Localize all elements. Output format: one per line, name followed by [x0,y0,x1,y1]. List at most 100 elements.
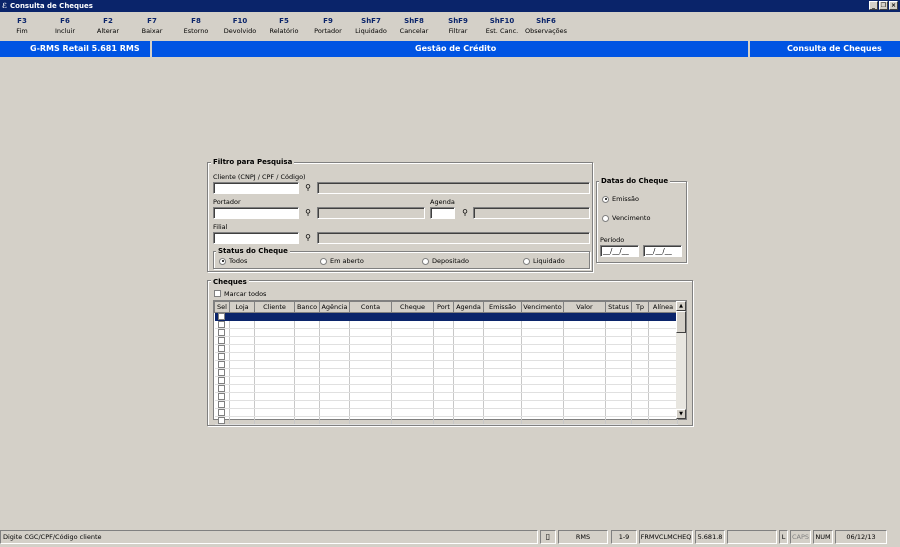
scroll-thumb[interactable] [676,311,686,333]
row-checkbox[interactable] [217,353,225,360]
scroll-up-icon[interactable]: ▲ [676,301,686,311]
toolbar-button-shf7[interactable]: ShF7 Liquidado [349,16,393,36]
column-header[interactable]: Agência [319,301,350,313]
select-cell[interactable] [214,328,230,337]
select-cell[interactable] [214,376,230,385]
table-row[interactable] [214,352,678,361]
toolbar-button-f7[interactable]: F7 Baixar [130,16,174,36]
row-checkbox[interactable] [217,393,225,400]
table-cell [433,368,454,377]
restore-icon[interactable]: ❐ [879,1,888,10]
vertical-scrollbar[interactable]: ▲ ▼ [676,301,686,419]
table-row[interactable] [214,384,678,393]
status-todos-radio[interactable]: Todos [219,257,247,265]
header-screen: Consulta de Cheques [787,44,882,53]
toolbar-button-f3[interactable]: F3 Fim [0,16,44,36]
binoculars-icon[interactable]: ⚲ [458,207,472,219]
table-row[interactable] [214,416,678,425]
toolbar-button-shf6[interactable]: ShF6 Observações [524,16,568,36]
status-depositado-radio[interactable]: Depositado [422,257,469,265]
column-header[interactable]: Loja [229,301,255,313]
row-checkbox[interactable] [217,337,225,344]
table-row[interactable] [214,360,678,369]
table-row[interactable] [214,376,678,385]
column-header[interactable]: Alínea [648,301,678,313]
marcar-todos-checkbox[interactable] [214,290,221,297]
binoculars-icon[interactable]: ⚲ [301,182,315,194]
select-cell[interactable] [214,312,230,321]
select-cell[interactable] [214,392,230,401]
row-checkbox[interactable] [217,321,225,328]
column-header[interactable]: Cheque [391,301,434,313]
select-cell[interactable] [214,384,230,393]
toolbar-button-f9[interactable]: F9 Portador [306,16,350,36]
table-row[interactable] [214,320,678,329]
column-header[interactable]: Tp [631,301,649,313]
minimize-icon[interactable]: _ [869,1,878,10]
select-cell[interactable] [214,368,230,377]
table-row[interactable] [214,400,678,409]
row-checkbox[interactable] [217,417,225,424]
table-row[interactable] [214,408,678,417]
toolbar-button-shf8[interactable]: ShF8 Cancelar [392,16,436,36]
row-checkbox[interactable] [217,409,225,416]
binoculars-icon[interactable]: ⚲ [301,207,315,219]
portador-input[interactable] [213,207,299,219]
select-cell[interactable] [214,408,230,417]
table-row[interactable] [214,312,678,321]
toolbar-button-f10[interactable]: F10 Devolvido [218,16,262,36]
select-cell[interactable] [214,320,230,329]
table-row[interactable] [214,336,678,345]
row-checkbox[interactable] [217,377,225,384]
column-header[interactable]: Valor [563,301,606,313]
select-cell[interactable] [214,400,230,409]
select-cell[interactable] [214,336,230,345]
toolbar-button-shf10[interactable]: ShF10 Est. Canc. [480,16,524,36]
row-checkbox[interactable] [217,385,225,392]
table-row[interactable] [214,344,678,353]
toolbar-button-shf9[interactable]: ShF9 Filtrar [436,16,480,36]
scroll-down-icon[interactable]: ▼ [676,409,686,419]
row-checkbox[interactable] [217,329,225,336]
toolbar-button-f2[interactable]: F2 Alterar [86,16,130,36]
status-liquidado-radio[interactable]: Liquidado [523,257,565,265]
table-row[interactable] [214,328,678,337]
binoculars-icon[interactable]: ⚲ [301,232,315,244]
status-em-aberto-radio[interactable]: Em aberto [320,257,364,265]
toolbar-button-f6[interactable]: F6 Incluir [43,16,87,36]
table-row[interactable] [214,392,678,401]
periodo-end-input[interactable]: __/__/__ [643,245,682,257]
select-cell[interactable] [214,360,230,369]
emissao-radio[interactable]: Emissão [602,195,639,203]
cheques-grid[interactable]: Sel Loja Cliente Banco Agência Conta Cheque Por… [213,300,687,425]
agenda-input[interactable] [430,207,455,219]
table-cell [294,384,320,393]
select-cell[interactable] [214,344,230,353]
column-header[interactable]: Emissão [483,301,522,313]
toolbar-button-f8[interactable]: F8 Estorno [174,16,218,36]
select-cell[interactable] [214,352,230,361]
select-cell[interactable] [214,416,230,425]
row-checkbox[interactable] [217,401,225,408]
column-header[interactable]: Status [605,301,632,313]
row-checkbox[interactable] [217,361,225,368]
toolbar-button-f5[interactable]: F5 Relatório [262,16,306,36]
column-header[interactable]: Conta [349,301,392,313]
cliente-input[interactable] [213,182,299,194]
row-checkbox[interactable] [217,369,225,376]
column-header[interactable]: Port [433,301,454,313]
cheques-group-title: Cheques [211,278,249,286]
vencimento-radio[interactable]: Vencimento [602,214,650,222]
close-icon[interactable]: × [889,1,898,10]
column-header[interactable]: Banco [294,301,320,313]
row-checkbox[interactable] [217,313,225,320]
toolbar-label: Estorno [183,27,209,35]
filial-input[interactable] [213,232,299,244]
column-header[interactable]: Agenda [453,301,484,313]
column-header[interactable]: Sel [214,301,230,313]
periodo-start-input[interactable]: __/__/__ [600,245,639,257]
column-header[interactable]: Vencimento [521,301,564,313]
row-checkbox[interactable] [217,345,225,352]
table-row[interactable] [214,368,678,377]
column-header[interactable]: Cliente [254,301,295,313]
